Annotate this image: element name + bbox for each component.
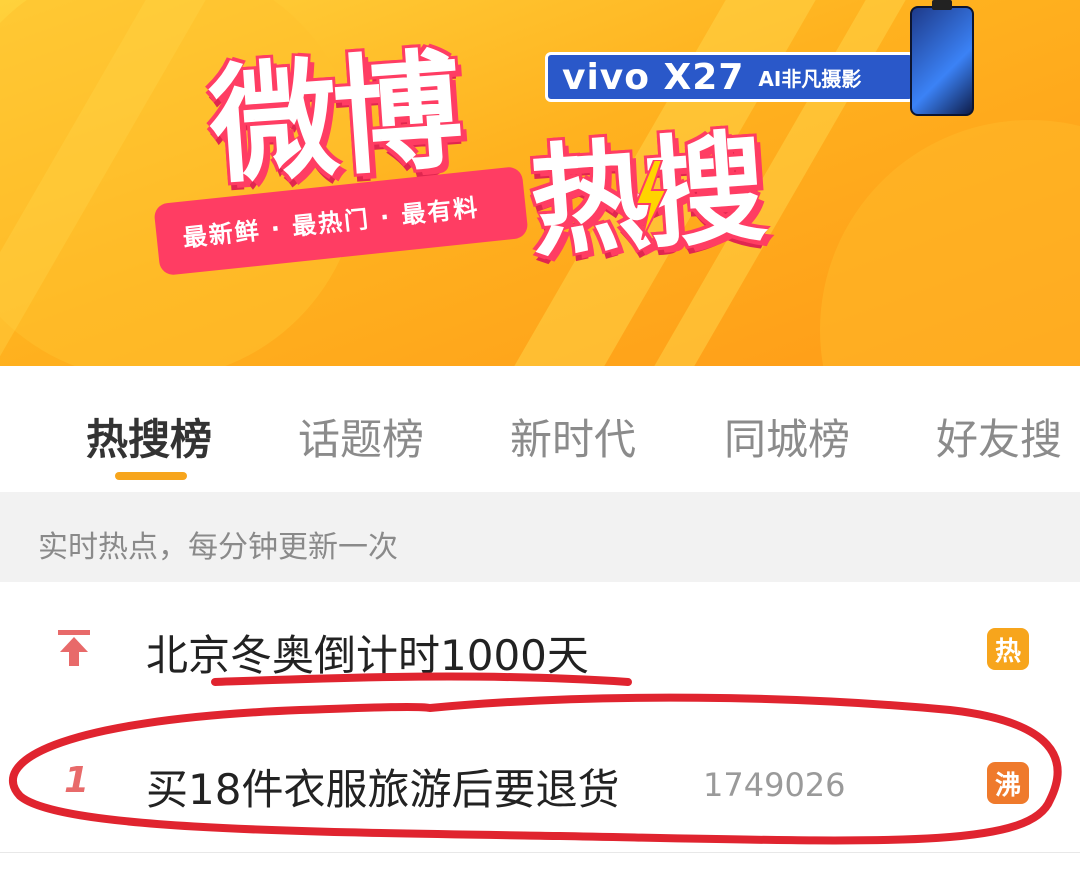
sponsor-brand: vivo X27 xyxy=(562,56,745,98)
hot-badge: 热 xyxy=(987,628,1029,670)
item-title: 买18件衣服旅游后要退货 xyxy=(146,765,620,814)
tab-topics[interactable]: 话题榜 xyxy=(298,406,424,467)
tab-hot-search[interactable]: 热搜榜 xyxy=(86,406,212,467)
info-text: 实时热点，每分钟更新一次 xyxy=(38,530,398,565)
search-count: 1749026 xyxy=(703,766,846,804)
hot-search-banner[interactable]: 微博 最新鲜 · 最热门 · 最有料 热搜 vivo X27 AI非凡摄影 xyxy=(0,0,1080,366)
tab-friends[interactable]: 好友搜 xyxy=(936,406,1062,467)
tab-bar: 热搜榜 话题榜 新时代 同城榜 好友搜 xyxy=(0,366,1080,492)
list-item[interactable]: 1 买18件衣服旅游后要退货 1749026 沸 xyxy=(0,712,1080,853)
phone-image xyxy=(910,0,974,116)
banner-decoration xyxy=(820,120,1080,366)
boiling-badge: 沸 xyxy=(987,762,1029,804)
tab-new-era[interactable]: 新时代 xyxy=(510,406,636,467)
lightning-bolt-icon xyxy=(634,160,668,240)
active-tab-indicator xyxy=(115,472,187,480)
banner-title-weibo: 微博 xyxy=(205,36,463,203)
list-item[interactable]: 北京冬奥倒计时1000天 热 xyxy=(0,582,1080,713)
info-bar: 实时热点，每分钟更新一次 xyxy=(0,492,1080,582)
sponsor-badge[interactable]: vivo X27 AI非凡摄影 xyxy=(545,52,915,102)
item-title: 北京冬奥倒计时1000天 xyxy=(146,631,589,680)
tab-local[interactable]: 同城榜 xyxy=(724,406,850,467)
rank-number: 1 xyxy=(64,760,90,801)
sponsor-tagline: AI非凡摄影 xyxy=(758,66,862,91)
arrow-up-top-icon xyxy=(58,630,90,666)
